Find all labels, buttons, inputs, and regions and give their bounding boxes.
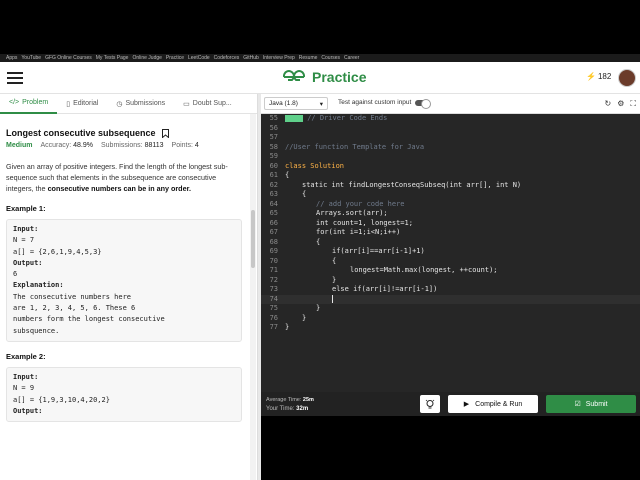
code-line: 70{: [269, 256, 337, 265]
bottom-area: [261, 416, 640, 480]
brand-logo[interactable]: Practice: [282, 69, 366, 85]
tab-editorial[interactable]: ▯ Editorial: [57, 94, 107, 114]
editor-actions: ↻ ⚙ ⛶: [605, 99, 636, 109]
custom-input-toggle-row: Test against custom input: [338, 98, 432, 109]
problem-tabs: </> Problem ▯ Editorial ◷ Submissions ▭ …: [0, 94, 257, 114]
example-1-title: Example 1:: [6, 204, 46, 213]
bookmark-item[interactable]: GFG Online Courses: [45, 54, 92, 62]
time-stats: Average Time: 25m Your Time: 32m: [266, 396, 314, 414]
code-line: 69 if(arr[i]==arr[i-1]+1): [269, 247, 425, 255]
tab-submissions[interactable]: ◷ Submissions: [107, 94, 174, 114]
bookmark-item[interactable]: My Tests Page: [96, 54, 129, 62]
bookmark-item[interactable]: Apps: [6, 54, 17, 62]
book-icon: ▯: [66, 100, 71, 108]
bookmark-item[interactable]: Interview Prep: [263, 54, 295, 62]
gfg-logo-icon: [282, 70, 306, 81]
bookmark-item[interactable]: YouTube: [21, 54, 41, 62]
streak-counter[interactable]: ⚡ 182: [586, 72, 611, 81]
code-line: 77}: [269, 323, 290, 331]
editor-toolbar: Java (1.8) ▾ Test against custom input ↻…: [261, 94, 640, 114]
code-line: 66 int count=1, longest=1;: [269, 218, 413, 227]
settings-icon[interactable]: ⚙: [617, 99, 624, 109]
play-icon: ▶: [463, 401, 470, 408]
custom-input-label: Test against custom input: [338, 99, 412, 106]
menu-icon[interactable]: [7, 72, 23, 84]
code-line: 64// add your code here: [269, 199, 405, 208]
bookmark-icon[interactable]: [161, 128, 169, 138]
bookmark-item[interactable]: Online Judge: [132, 54, 161, 62]
lightning-icon: ⚡: [586, 72, 596, 81]
problem-meta: Medium Accuracy: 48.9% Submissions: 8811…: [6, 142, 242, 149]
points: Points: 4: [171, 142, 199, 149]
bookmark-item[interactable]: LeetCode: [188, 54, 210, 62]
code-line: 75}: [269, 304, 321, 312]
language-select[interactable]: Java (1.8) ▾: [264, 97, 328, 110]
tab-label: Submissions: [125, 100, 166, 107]
tab-doubt-support[interactable]: ▭ Doubt Sup...: [174, 94, 241, 114]
example-1-box: Input: N = 7 a[] = {2,6,1,9,4,5,3} Outpu…: [6, 219, 242, 342]
submissions-count: Submissions: 88113: [101, 142, 164, 149]
code-line: 62 static int findLongestConseqSubseq(int…: [269, 180, 522, 189]
code-line: 63{: [269, 190, 307, 198]
code-line: 58//User function Template for Java: [269, 142, 425, 151]
code-line: 57: [269, 133, 278, 141]
lightbulb-icon: [425, 399, 435, 408]
tab-label: Editorial: [73, 100, 99, 107]
bookmark-item[interactable]: GitHub: [243, 54, 259, 62]
bookmark-item[interactable]: Codeforces: [214, 54, 240, 62]
example-2-title: Example 2:: [6, 351, 46, 361]
text-caret: [332, 294, 333, 303]
problem-title: Longest consecutive subsequence: [6, 128, 156, 138]
average-time: Average Time: 25m: [266, 397, 314, 403]
submit-button[interactable]: ☑ Submit: [546, 395, 636, 413]
code-icon: </>: [9, 99, 20, 106]
hint-button[interactable]: [420, 395, 440, 413]
tab-problem[interactable]: </> Problem: [0, 94, 58, 114]
problem-title-row: Longest consecutive subsequence: [6, 128, 242, 138]
code-line: 60 class Solution: [269, 161, 345, 170]
code-line-current: 74: [261, 294, 640, 304]
browser-bookmarks-area: Apps YouTube GFG Online Courses My Tests…: [0, 0, 640, 62]
your-time: Your Time: 32m: [266, 406, 309, 412]
fullscreen-icon[interactable]: ⛶: [630, 99, 636, 109]
compile-run-button[interactable]: ▶ Compile & Run: [448, 395, 538, 413]
reset-icon[interactable]: ↻: [605, 99, 612, 109]
difficulty-badge: Medium: [6, 142, 33, 149]
bookmarks-bar: Apps YouTube GFG Online Courses My Tests…: [0, 54, 640, 62]
chat-icon: ▭: [183, 100, 190, 108]
code-line: 73 else if(arr[i]!=arr[i-1]): [269, 285, 438, 293]
tab-label: Problem: [22, 99, 49, 106]
editor-footer: Average Time: 25m Your Time: 32m ▶ Compi…: [261, 392, 640, 416]
code-editor[interactable]: 55 // Driver Code Ends 56 57 58//User fu…: [261, 114, 640, 392]
bookmark-item[interactable]: Career: [344, 54, 359, 62]
top-navigation: Practice ⚡ 182: [0, 62, 640, 94]
code-line: 59: [269, 152, 278, 160]
problem-content: Longest consecutive subsequence Medium A…: [6, 128, 242, 423]
code-line: 71 longest=Math.max(longest, ++count);: [269, 266, 498, 274]
avatar[interactable]: [618, 69, 636, 87]
streak-count: 182: [597, 72, 612, 81]
code-line: 55 // Driver Code Ends: [269, 114, 388, 122]
accuracy: Accuracy: 48.9%: [40, 142, 93, 149]
problem-description: Given an array of positive integers. Fin…: [6, 162, 228, 193]
code-line: 65 Arrays.sort(arr);: [269, 209, 388, 217]
problem-scrollbar[interactable]: [250, 114, 256, 480]
code-line: 61{: [269, 171, 290, 179]
bookmark-item[interactable]: Resume: [299, 54, 318, 62]
chevron-down-icon: ▾: [319, 100, 323, 108]
check-icon: ☑: [574, 401, 581, 408]
tab-label: Doubt Sup...: [192, 100, 232, 107]
code-line: 68{: [269, 237, 321, 246]
history-icon: ◷: [116, 100, 123, 108]
custom-input-toggle[interactable]: [415, 98, 432, 109]
bookmark-item[interactable]: Practice: [166, 54, 184, 62]
code-line: 76}: [269, 313, 307, 322]
code-line: 72}: [269, 275, 337, 284]
example-2-box: Input: N = 9 a[] = {1,9,3,10,4,20,2} Out…: [6, 366, 242, 423]
bookmark-item[interactable]: Courses: [321, 54, 340, 62]
problem-panel: </> Problem ▯ Editorial ◷ Submissions ▭ …: [0, 94, 258, 480]
brand-name: Practice: [312, 69, 367, 85]
code-line: 67 for(int i=1;i<N;i++): [269, 228, 401, 236]
code-line: 56: [269, 123, 278, 132]
